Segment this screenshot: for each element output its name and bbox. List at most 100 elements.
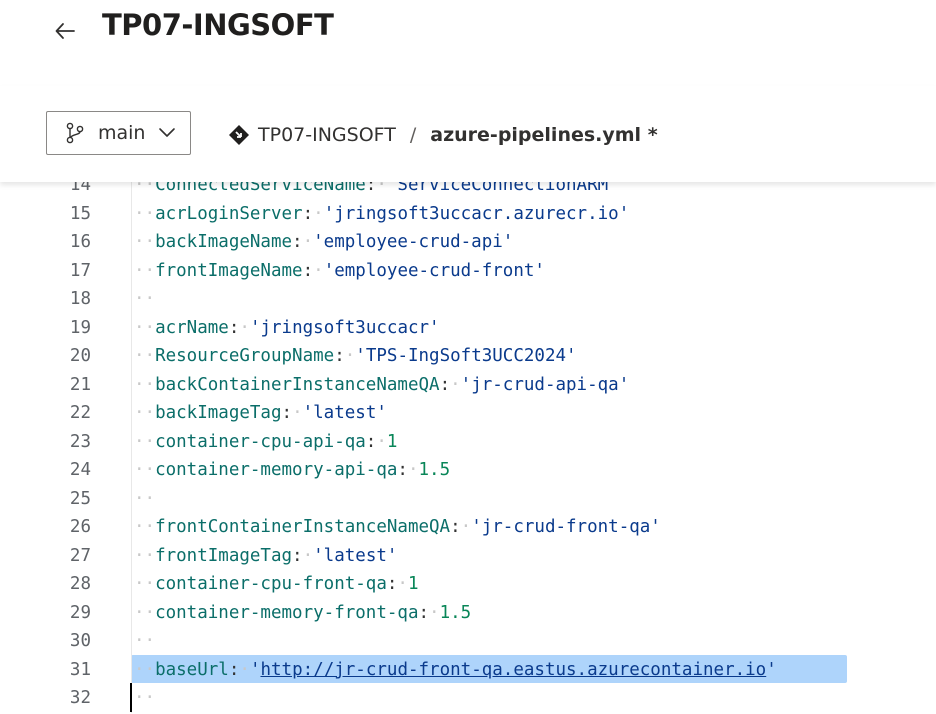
yaml-key: backContainerInstanceNameQA xyxy=(155,374,440,395)
line-number: 18 xyxy=(69,289,91,309)
code-editor[interactable]: 14 ··ConnectedServiceName:·'ServiceConnec… xyxy=(0,182,936,714)
code-text: ··container-memory-api-qa:·1.5 xyxy=(131,456,450,485)
code-line: 15 ··acrLoginServer:·'jringsoft3uccacr.az… xyxy=(0,199,936,228)
code-text: ··backImageName:·'employee-crud-api' xyxy=(131,228,513,257)
line-number: 19 xyxy=(69,317,91,338)
code-text: ·· xyxy=(131,627,155,656)
yaml-key: acrLoginServer xyxy=(155,203,303,224)
code-line: 20 ··ResourceGroupName:·'TPS-IngSoft3UCC2… xyxy=(0,342,936,371)
line-number: 29 xyxy=(69,602,91,623)
chevron-down-icon xyxy=(159,128,176,137)
code-text: ··frontImageName:·'employee-crud-front' xyxy=(131,256,545,285)
line-number: 30 xyxy=(69,631,91,651)
branch-label: main xyxy=(98,122,146,144)
editor-toolbar: main TP07-INGSOFT / azure-pipelines.yml … xyxy=(0,86,936,182)
yaml-value: 'latest' xyxy=(302,403,387,423)
yaml-key: ConnectedServiceName xyxy=(155,182,366,195)
code-text: ··container-memory-front-qa:·1.5 xyxy=(131,598,472,627)
code-line: 21 ··backContainerInstanceNameQA:·'jr-cru… xyxy=(0,370,936,399)
code-line: 31 ··baseUrl:·'http://jr-crud-front-qa.ea… xyxy=(0,655,936,684)
line-number: 16 xyxy=(69,232,91,252)
yaml-key: backImageTag xyxy=(155,403,282,423)
code-text: ··frontImageTag:·'latest' xyxy=(131,541,398,570)
code-line: 28 ··container-cpu-front-qa:·1 xyxy=(0,570,936,599)
breadcrumb-repo[interactable]: TP07-INGSOFT xyxy=(258,124,396,146)
yaml-value: 'jringsoft3uccacr' xyxy=(249,317,440,338)
yaml-value: 1 xyxy=(407,574,419,594)
code-text: ··frontContainerInstanceNameQA:·'jr-crud… xyxy=(131,513,661,542)
code-text: ··acrName:·'jringsoft3uccacr' xyxy=(131,313,440,342)
yaml-value: 1.5 xyxy=(418,460,451,480)
line-number: 26 xyxy=(69,517,91,537)
yaml-value: 'http://jr-crud-front-qa.eastus.azurecon… xyxy=(249,659,777,680)
line-number: 24 xyxy=(69,460,91,480)
line-number: 15 xyxy=(69,203,91,224)
yaml-key: container-memory-front-qa xyxy=(155,602,419,623)
code-text: ··backContainerInstanceNameQA:·'jr-crud-… xyxy=(131,370,630,399)
repo-diamond-icon xyxy=(229,125,249,145)
code-line: 24 ··container-memory-api-qa:·1.5 xyxy=(0,456,936,485)
code-line: 25 ·· xyxy=(0,484,936,513)
line-number: 27 xyxy=(69,545,91,566)
line-number: 14 xyxy=(69,182,91,195)
yaml-key: frontImageTag xyxy=(155,545,293,566)
page-header: TP07-INGSOFT xyxy=(0,0,936,87)
code-line: 16 ··backImageName:·'employee-crud-api' xyxy=(0,228,936,257)
yaml-key: ResourceGroupName xyxy=(155,346,335,366)
code-line: 14 ··ConnectedServiceName:·'ServiceConnec… xyxy=(0,182,936,200)
line-number: 20 xyxy=(69,346,91,366)
yaml-value: 1.5 xyxy=(439,602,472,623)
code-text: ·· xyxy=(131,285,155,314)
yaml-value: 'jringsoft3uccacr.azurecr.io' xyxy=(323,203,630,224)
yaml-key: container-cpu-front-qa xyxy=(155,574,387,594)
code-line: 30 ·· xyxy=(0,627,936,656)
arrow-left-icon xyxy=(55,23,75,39)
yaml-key: frontContainerInstanceNameQA xyxy=(155,517,451,537)
code-text: ·· xyxy=(131,484,155,513)
yaml-value: 'jr-crud-front-qa' xyxy=(471,517,661,537)
code-line: 32 ·· xyxy=(0,684,936,713)
line-number: 23 xyxy=(69,431,91,452)
yaml-key: container-cpu-api-qa xyxy=(155,431,366,452)
line-number: 31 xyxy=(69,659,91,680)
code-line: 29 ··container-memory-front-qa:·1.5 xyxy=(0,598,936,627)
page-title: TP07-INGSOFT xyxy=(102,8,334,42)
branch-icon xyxy=(66,122,84,144)
yaml-value: 'latest' xyxy=(313,545,398,566)
code-text: ··backImageTag:·'latest' xyxy=(131,399,387,428)
line-number: 28 xyxy=(69,574,91,594)
line-number: 22 xyxy=(69,403,91,423)
branch-selector[interactable]: main xyxy=(46,111,191,155)
code-line: 18 ·· xyxy=(0,285,936,314)
yaml-value: 'jr-crud-api-qa' xyxy=(460,374,630,395)
code-line: 17 ··frontImageName:·'employee-crud-front… xyxy=(0,256,936,285)
code-text: ·· xyxy=(131,684,155,713)
line-number: 21 xyxy=(69,374,91,395)
yaml-key: baseUrl xyxy=(155,659,229,680)
code-line: 22 ··backImageTag:·'latest' xyxy=(0,399,936,428)
code-line: 19 ··acrName:·'jringsoft3uccacr' xyxy=(0,313,936,342)
yaml-value: 'ServiceConnectionARM' xyxy=(386,182,619,195)
breadcrumb-file: azure-pipelines.yml * xyxy=(430,124,658,146)
yaml-value: 1 xyxy=(386,431,398,452)
code-text: ··container-cpu-front-qa:·1 xyxy=(131,570,419,599)
breadcrumb-separator: / xyxy=(409,124,417,146)
url-link[interactable]: http://jr-crud-front-qa.eastus.azurecont… xyxy=(260,660,766,680)
code-text: ··container-cpu-api-qa:·1 xyxy=(131,427,398,456)
code-text: ··acrLoginServer:·'jringsoft3uccacr.azur… xyxy=(131,199,630,228)
code-line: 27 ··frontImageTag:·'latest' xyxy=(0,541,936,570)
code-line: 23 ··container-cpu-api-qa:·1 xyxy=(0,427,936,456)
yaml-key: acrName xyxy=(155,317,229,338)
back-button[interactable] xyxy=(50,16,80,46)
code-line: 26 ··frontContainerInstanceNameQA:·'jr-cr… xyxy=(0,513,936,542)
code-text: ··ResourceGroupName:·'TPS-IngSoft3UCC202… xyxy=(131,342,577,371)
yaml-value: 'employee-crud-front' xyxy=(323,260,545,281)
yaml-key: container-memory-api-qa xyxy=(155,460,398,480)
yaml-value: 'employee-crud-api' xyxy=(313,232,514,252)
line-number: 25 xyxy=(69,488,91,509)
code-text: ··baseUrl:·'http://jr-crud-front-qa.east… xyxy=(131,655,777,684)
code-text: ··ConnectedServiceName:·'ServiceConnecti… xyxy=(131,182,619,200)
text-cursor xyxy=(130,683,132,712)
yaml-key: backImageName xyxy=(155,232,293,252)
yaml-value: 'TPS-IngSoft3UCC2024' xyxy=(355,346,577,366)
